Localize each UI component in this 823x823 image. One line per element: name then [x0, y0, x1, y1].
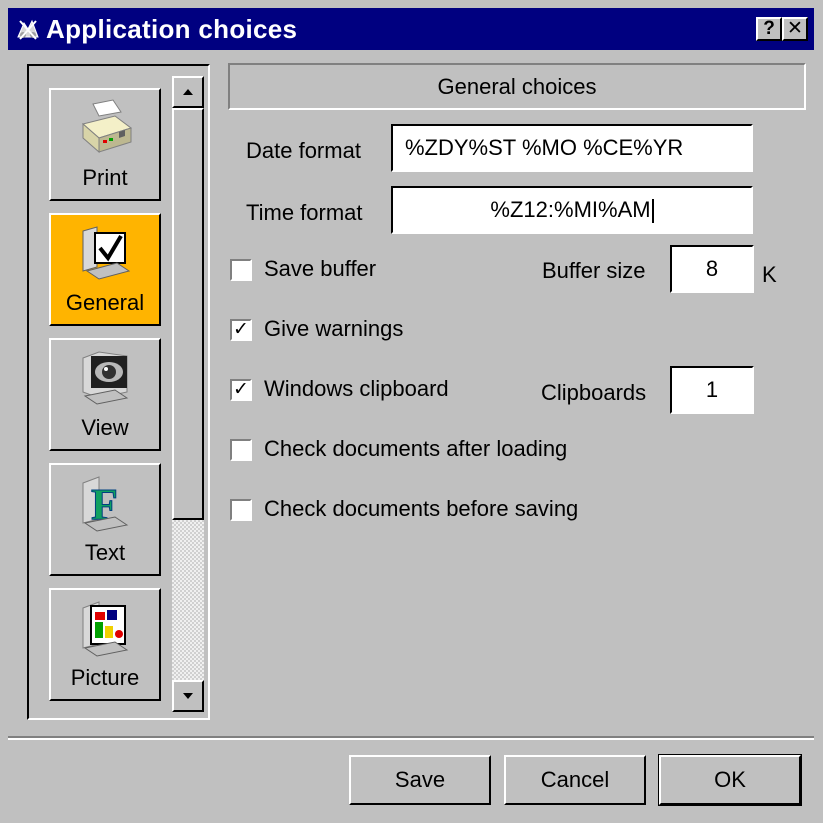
- tool-general-button[interactable]: General: [49, 213, 161, 326]
- windows-clipboard-label: Windows clipboard: [264, 376, 449, 401]
- category-scrollbar[interactable]: [172, 76, 204, 712]
- check-mark-icon: ✓: [233, 379, 249, 400]
- check-mark-icon: ✓: [233, 319, 249, 340]
- checkbox-document-icon: [82, 226, 131, 280]
- category-panel: Print General View F Text Picture: [27, 64, 210, 720]
- date-format-label: Date format: [246, 138, 361, 163]
- app-logo-icon: [14, 15, 42, 43]
- save-buffer-checkbox[interactable]: [230, 259, 252, 281]
- application-choices-dialog: Application choices ? ✕ Print General Vi…: [0, 0, 823, 823]
- tool-label: Print: [82, 165, 128, 190]
- windows-clipboard-checkbox[interactable]: ✓: [230, 379, 252, 401]
- give-warnings-label: Give warnings: [264, 316, 404, 341]
- cancel-button[interactable]: Cancel: [504, 755, 646, 805]
- text-cursor: [651, 199, 654, 224]
- tool-label: View: [81, 415, 129, 440]
- check-after-loading-label: Check documents after loading: [264, 436, 568, 461]
- tool-view-button[interactable]: View: [49, 338, 161, 451]
- buffer-size-input[interactable]: 8: [670, 245, 754, 293]
- time-format-input[interactable]: %Z12:%MI%AM: [391, 186, 753, 234]
- tool-picture-button[interactable]: Picture: [49, 588, 161, 701]
- time-format-value: %Z12:%MI%AM: [490, 197, 651, 222]
- clipboards-input[interactable]: 1: [670, 366, 754, 414]
- letter-f-icon: F: [82, 476, 129, 532]
- save-buffer-label: Save buffer: [264, 256, 377, 281]
- arrow-down-icon: [183, 693, 193, 699]
- time-format-label: Time format: [246, 200, 363, 225]
- close-icon: ✕: [787, 18, 803, 39]
- help-button[interactable]: ?: [756, 17, 782, 41]
- tool-label: Picture: [70, 665, 140, 690]
- tool-label: General: [65, 290, 145, 315]
- section-header: General choices: [228, 63, 806, 110]
- printer-icon: [81, 99, 133, 154]
- arrow-up-icon: [183, 89, 193, 95]
- buffer-size-label: Buffer size: [542, 258, 646, 283]
- save-button[interactable]: Save: [349, 755, 491, 805]
- scroll-up-button[interactable]: [172, 76, 204, 108]
- buffer-size-unit: K: [762, 262, 777, 287]
- tool-text-button[interactable]: F Text: [49, 463, 161, 576]
- footer-divider: [8, 736, 814, 740]
- give-warnings-checkbox[interactable]: ✓: [230, 319, 252, 341]
- check-before-saving-label: Check documents before saving: [264, 496, 579, 521]
- scroll-thumb[interactable]: [172, 108, 204, 520]
- date-format-input[interactable]: %ZDY%ST %MO %CE%YR: [391, 124, 753, 172]
- scroll-down-button[interactable]: [172, 680, 204, 712]
- check-after-loading-checkbox[interactable]: [230, 439, 252, 461]
- title-bar[interactable]: Application choices ? ✕: [8, 8, 814, 50]
- ok-button[interactable]: OK: [658, 754, 802, 806]
- close-button[interactable]: ✕: [782, 17, 808, 41]
- picture-icon: [82, 601, 129, 657]
- clipboards-label: Clipboards: [541, 380, 647, 405]
- window-title: Application choices: [46, 14, 298, 44]
- tool-print-button[interactable]: Print: [49, 88, 161, 201]
- eye-icon: [82, 351, 129, 405]
- tool-label: Text: [84, 540, 126, 565]
- check-before-saving-checkbox[interactable]: [230, 499, 252, 521]
